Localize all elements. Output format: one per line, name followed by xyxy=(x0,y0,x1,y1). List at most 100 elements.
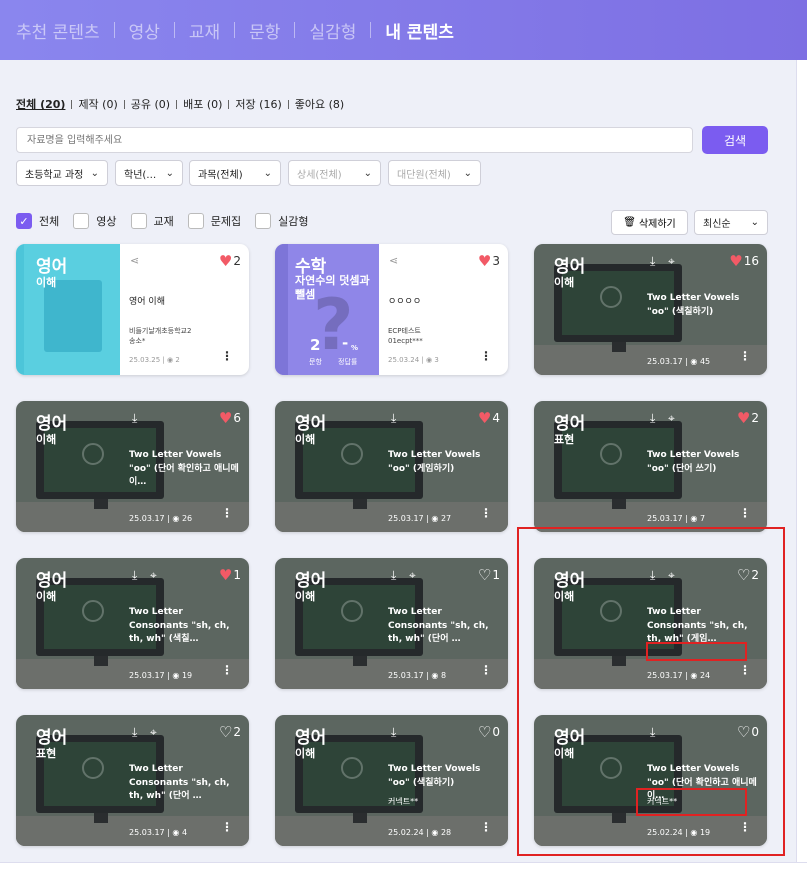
card-title: Two Letter Vowels "oo" (게임하기) xyxy=(388,450,481,474)
card-date: 25.03.25 xyxy=(129,356,161,364)
download-icon[interactable]: ⤓ xyxy=(132,725,137,740)
download-icon[interactable]: ⤓ xyxy=(132,411,137,426)
dropdown-grade[interactable]: 학년(… ⌄ xyxy=(115,160,183,186)
highlight-author xyxy=(636,788,747,816)
like-button[interactable]: ♡ 1 xyxy=(478,566,500,584)
delete-button[interactable]: 🗑 삭제하기 xyxy=(611,210,688,235)
heart-icon: ♥ xyxy=(477,252,492,270)
content-card[interactable]: 영어 표현 ⤓ ⌖ ♥ 2 Two Letter Vowels "oo" (단어 … xyxy=(534,401,767,532)
dropdown-unit[interactable]: 대단원(전체) ⌄ xyxy=(388,160,481,186)
filter-liked[interactable]: 좋아요 (8) xyxy=(295,96,344,112)
card-subsubject: 이해 xyxy=(36,590,57,603)
search-button[interactable]: 검색 xyxy=(702,126,768,154)
download-icon[interactable]: ⤓ xyxy=(391,568,396,583)
more-icon[interactable]: ⋮ xyxy=(739,506,751,520)
download-icon[interactable]: ⤓ xyxy=(391,725,396,740)
dropdown-detail[interactable]: 상세(전체) ⌄ xyxy=(288,160,381,186)
heart-icon: ♥ xyxy=(477,409,492,427)
robot-icon[interactable]: ⌖ xyxy=(668,411,675,426)
more-icon[interactable]: ⋮ xyxy=(480,820,492,834)
like-button[interactable]: ♡ 2 xyxy=(219,723,241,741)
like-button[interactable]: ♥ 2 xyxy=(219,252,241,270)
content-card[interactable]: 영어 이해 ⤓ ⌖ ♥ 1 Two Letter Consonants "sh, … xyxy=(16,558,249,689)
download-icon[interactable]: ⤓ xyxy=(650,411,655,426)
tab-questions[interactable]: 문항 xyxy=(249,18,280,43)
play-icon xyxy=(600,443,622,465)
more-icon[interactable]: ⋮ xyxy=(480,349,492,363)
more-icon[interactable]: ⋮ xyxy=(221,506,233,520)
more-icon[interactable]: ⋮ xyxy=(480,663,492,677)
download-icon[interactable]: ⤓ xyxy=(650,254,655,269)
tab-textbook[interactable]: 교재 xyxy=(189,18,220,43)
filter-divider xyxy=(123,99,125,109)
content-card[interactable]: 영어 이해 ⋖ ♥ 2 영어 이해 비들기날개초등학교2 송소* 25.03.25 … xyxy=(16,244,249,375)
tab-video[interactable]: 영상 xyxy=(129,18,160,43)
download-icon[interactable]: ⤓ xyxy=(132,568,137,583)
more-icon[interactable]: ⋮ xyxy=(221,663,233,677)
card-subsubject: 이해 xyxy=(36,276,57,289)
scrollbar[interactable] xyxy=(796,60,807,871)
like-button[interactable]: ♥ 16 xyxy=(729,252,759,270)
content-card[interactable]: 영어 이해 ⤓ ⌖ ♡ 1 Two Letter Consonants "sh, … xyxy=(275,558,508,689)
stat-accuracy: - xyxy=(342,334,349,352)
type-workbook-label: 문제집 xyxy=(210,215,242,228)
share-icon[interactable]: ⋖ xyxy=(389,254,398,267)
tab-my-content[interactable]: 내 콘텐츠 xyxy=(385,18,453,43)
type-textbook[interactable]: 교재 xyxy=(130,213,174,229)
sort-dropdown[interactable]: 최신순 ⌄ xyxy=(694,210,768,235)
card-date: 25.03.17 xyxy=(647,357,683,366)
type-video[interactable]: 영상 xyxy=(73,213,117,229)
like-button[interactable]: ♥ 3 xyxy=(478,252,500,270)
card-title: Two Letter Consonants "sh, ch, th, wh" (… xyxy=(129,764,230,801)
play-icon xyxy=(341,600,363,622)
content-card[interactable]: 영어 이해 ⤓ ♥ 4 Two Letter Vowels "oo" (게임하기)… xyxy=(275,401,508,532)
card-meta: 25.02.24 | ◉ 28 xyxy=(388,828,452,837)
content-card[interactable]: 영어 표현 ⤓ ⌖ ♡ 2 Two Letter Consonants "sh, … xyxy=(16,715,249,846)
book-spine xyxy=(275,244,288,375)
like-button[interactable]: ♥ 6 xyxy=(219,409,241,427)
content-card[interactable]: 영어 이해 ⤓ ♥ 6 Two Letter Vowels "oo" (단어 확인… xyxy=(16,401,249,532)
checkbox-icon[interactable] xyxy=(73,213,90,229)
play-icon xyxy=(82,757,104,779)
card-subsubject: 이해 xyxy=(295,747,316,760)
filter-made[interactable]: 제작 (0) xyxy=(78,96,117,112)
more-icon[interactable]: ⋮ xyxy=(221,349,233,363)
like-button[interactable]: ♥ 4 xyxy=(478,409,500,427)
type-immersive[interactable]: 실감형 xyxy=(255,213,309,229)
more-icon[interactable]: ⋮ xyxy=(480,506,492,520)
checkbox-icon[interactable] xyxy=(255,213,272,229)
eye-icon: ◉ xyxy=(425,356,433,364)
filter-all[interactable]: 전체 (20) xyxy=(16,96,65,112)
content-card[interactable]: 영어 이해 ⤓ ♡ 0 Two Letter Vowels "oo" (색칠하기)… xyxy=(275,715,508,846)
robot-icon[interactable]: ⌖ xyxy=(668,254,675,269)
like-button[interactable]: ♥ 1 xyxy=(219,566,241,584)
tab-immersive[interactable]: 실감형 xyxy=(309,18,356,43)
content-card[interactable]: ? 2 - % 문항 정답률 수학 자연수의 덧셈과 뺄셈 ⋖ ♥ 3 ㅇㅇㅇㅇ … xyxy=(275,244,508,375)
dropdown-course[interactable]: 초등학교 과정 ⌄ xyxy=(16,160,108,186)
dropdown-subject[interactable]: 과목(전체) ⌄ xyxy=(189,160,281,186)
robot-icon[interactable]: ⌖ xyxy=(409,568,416,583)
type-workbook[interactable]: 문제집 xyxy=(187,213,242,229)
like-button[interactable]: ♡ 0 xyxy=(478,723,500,741)
share-icon[interactable]: ⋖ xyxy=(130,254,139,267)
checkbox-icon[interactable] xyxy=(187,213,204,229)
filter-distributed[interactable]: 배포 (0) xyxy=(183,96,222,112)
robot-icon[interactable]: ⌖ xyxy=(150,568,157,583)
content-card[interactable]: 영어 이해 ⤓ ⌖ ♥ 16 Two Letter Vowels "oo" (색칠… xyxy=(534,244,767,375)
card-meta: 25.03.17 | ◉ 7 xyxy=(647,514,706,523)
like-count: 0 xyxy=(492,725,500,739)
robot-icon[interactable]: ⌖ xyxy=(150,725,157,740)
filter-saved[interactable]: 저장 (16) xyxy=(235,96,281,112)
download-icon[interactable]: ⤓ xyxy=(391,411,396,426)
checkbox-icon[interactable] xyxy=(130,213,147,229)
more-icon[interactable]: ⋮ xyxy=(221,820,233,834)
checkbox-checked-icon[interactable]: ✓ xyxy=(16,213,32,229)
search-input[interactable] xyxy=(16,127,693,153)
sort-label: 최신순 xyxy=(703,219,731,230)
like-button[interactable]: ♥ 2 xyxy=(737,409,759,427)
more-icon[interactable]: ⋮ xyxy=(739,349,751,363)
like-count: 3 xyxy=(492,254,500,268)
filter-shared[interactable]: 공유 (0) xyxy=(131,96,170,112)
type-all[interactable]: ✓ 전체 xyxy=(16,213,59,229)
tab-recommended[interactable]: 추천 콘텐츠 xyxy=(16,18,100,43)
